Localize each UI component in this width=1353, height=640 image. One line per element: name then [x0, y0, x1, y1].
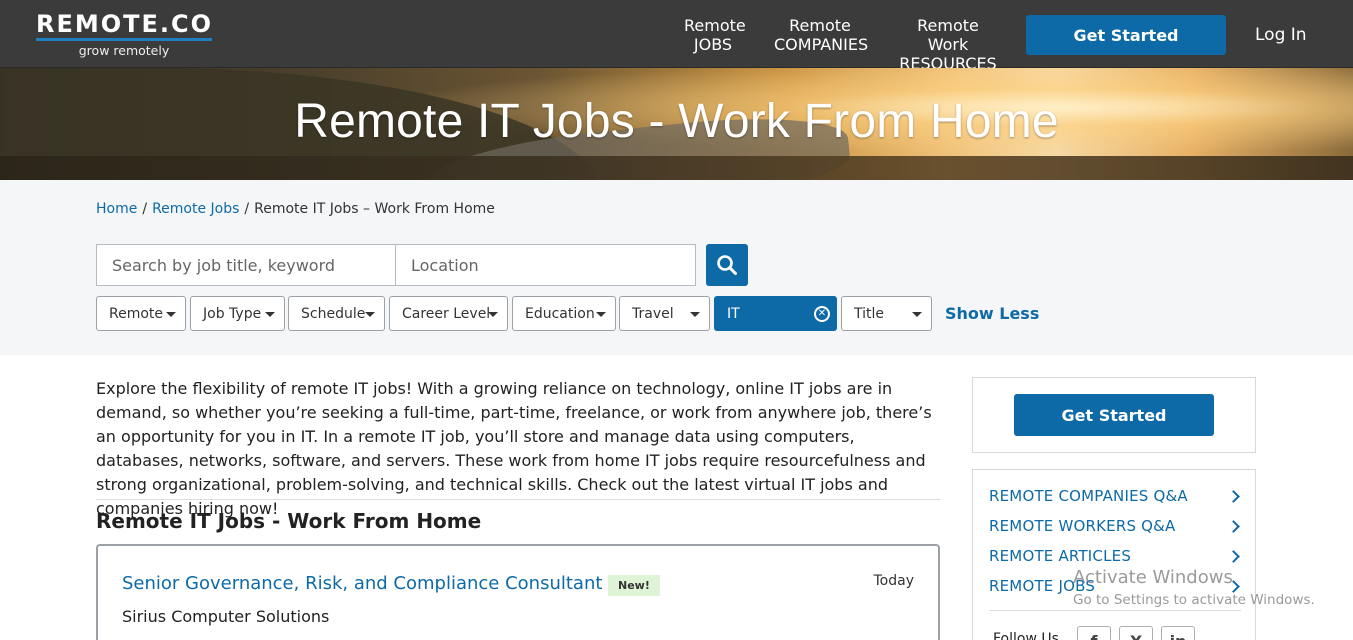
filter-remote-label: Remote	[109, 305, 164, 322]
filter-career-level[interactable]: Career Level	[389, 296, 508, 331]
chevron-right-icon	[1227, 550, 1240, 563]
job-title-link[interactable]: Senior Governance, Risk, and Compliance …	[122, 573, 619, 594]
top-nav-bar: REMOTE.CO grow remotely Remote JOBS Remo…	[0, 0, 1353, 73]
logo-underline	[36, 38, 212, 41]
filter-education-label: Education	[525, 305, 595, 322]
search-button[interactable]	[706, 244, 748, 286]
location-placeholder: Location	[411, 255, 479, 275]
login-link[interactable]: Log In	[1255, 25, 1307, 45]
filter-title-label: Title	[854, 305, 885, 322]
get-started-button[interactable]: Get Started	[1026, 15, 1226, 55]
sidebar-cta-box: Get Started	[972, 377, 1256, 453]
clear-icon[interactable]: ✕	[814, 306, 830, 322]
search-icon	[717, 255, 737, 275]
activate-windows-hint: Go to Settings to activate Windows.	[1073, 592, 1315, 608]
chevron-down-icon	[488, 312, 498, 317]
activate-windows-watermark: Activate Windows	[1073, 567, 1233, 588]
location-search-input[interactable]: Location	[395, 244, 696, 286]
page-title: Remote IT Jobs - Work From Home	[294, 95, 1059, 148]
breadcrumb: Home / Remote Jobs / Remote IT Jobs – Work F…	[96, 201, 495, 217]
breadcrumb-sep: /	[244, 201, 250, 217]
sidebar-link-companies-qa[interactable]: REMOTE COMPANIES Q&A	[989, 487, 1188, 505]
logo-brand: REMOTE.CO	[36, 10, 214, 38]
chevron-right-icon	[1227, 490, 1240, 503]
breadcrumb-home[interactable]: Home	[96, 201, 137, 217]
filter-title[interactable]: Title	[841, 296, 932, 331]
sidebar-link-articles[interactable]: REMOTE ARTICLES	[989, 547, 1131, 565]
nav-remote-work-resources[interactable]: Remote Work RESOURCES	[896, 16, 1000, 73]
sidebar-divider	[989, 610, 1241, 611]
chevron-right-icon	[1227, 520, 1240, 533]
filter-job-type-label: Job Type	[203, 305, 262, 322]
filter-education[interactable]: Education	[512, 296, 616, 331]
nav-remote-jobs[interactable]: Remote JOBS	[684, 16, 746, 54]
nav-remote-companies[interactable]: Remote COMPANIES	[774, 16, 869, 54]
filter-career-level-label: Career Level	[402, 305, 491, 322]
section-title: Remote IT Jobs - Work From Home	[96, 509, 482, 533]
sidebar-get-started-button[interactable]: Get Started	[1014, 394, 1214, 436]
job-card[interactable]: Senior Governance, Risk, and Compliance …	[96, 544, 940, 640]
chevron-down-icon	[690, 312, 700, 317]
hero-banner: Remote IT Jobs - Work From Home	[0, 68, 1353, 180]
breadcrumb-sep: /	[142, 201, 148, 217]
filter-category-it[interactable]: IT ✕	[714, 296, 837, 331]
chevron-down-icon	[912, 312, 922, 317]
breadcrumb-current: Remote IT Jobs – Work From Home	[254, 201, 495, 217]
divider	[96, 499, 940, 500]
linkedin-icon[interactable]: in	[1161, 626, 1195, 640]
nav-remote-companies-line2: COMPANIES	[774, 35, 869, 54]
breadcrumb-remote-jobs[interactable]: Remote Jobs	[152, 201, 239, 217]
job-company: Sirius Computer Solutions	[122, 607, 330, 626]
filter-category-label: IT	[727, 305, 740, 322]
chevron-down-icon	[365, 312, 375, 317]
facebook-icon[interactable]: f	[1077, 626, 1111, 640]
keyword-placeholder: Search by job title, keyword	[112, 255, 336, 275]
sidebar-link-workers-qa[interactable]: REMOTE WORKERS Q&A	[989, 517, 1176, 535]
hero-ground	[0, 156, 1353, 180]
keyword-search-input[interactable]: Search by job title, keyword	[96, 244, 396, 286]
filter-travel[interactable]: Travel	[619, 296, 710, 331]
filter-job-type[interactable]: Job Type	[190, 296, 285, 331]
nav-remote-companies-line1: Remote	[789, 16, 851, 35]
x-twitter-icon[interactable]: X	[1119, 626, 1153, 640]
chevron-down-icon	[166, 312, 176, 317]
site-logo[interactable]: REMOTE.CO grow remotely	[36, 11, 216, 58]
filter-remote[interactable]: Remote	[96, 296, 186, 331]
follow-us-label: Follow Us	[993, 631, 1059, 640]
show-less-link[interactable]: Show Less	[945, 304, 1039, 323]
chevron-down-icon	[265, 312, 275, 317]
sidebar-links-box: REMOTE COMPANIES Q&A REMOTE WORKERS Q&A …	[972, 469, 1256, 640]
search-band: Home / Remote Jobs / Remote IT Jobs – Work F…	[0, 180, 1353, 355]
chevron-down-icon	[596, 312, 606, 317]
new-badge: New!	[608, 575, 660, 596]
filter-schedule-label: Schedule	[301, 305, 366, 322]
filter-schedule[interactable]: Schedule	[288, 296, 385, 331]
job-date: Today	[873, 573, 915, 589]
logo-tagline: grow remotely	[78, 43, 170, 58]
nav-resources-line1: Remote Work	[917, 16, 979, 54]
filter-travel-label: Travel	[632, 305, 674, 322]
nav-remote-jobs-line2: JOBS	[693, 35, 733, 54]
nav-remote-jobs-line1: Remote	[684, 16, 746, 35]
